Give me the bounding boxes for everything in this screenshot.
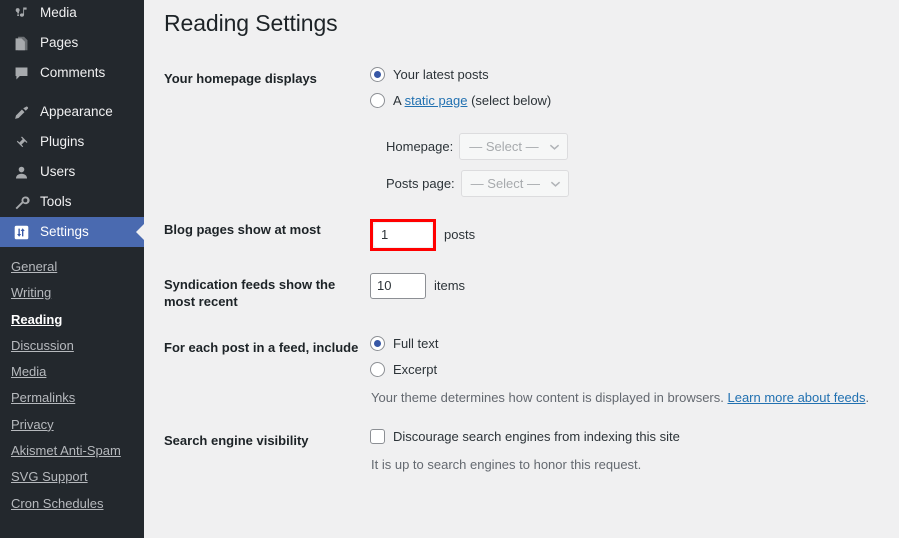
homepage-select-row: Homepage: — Select — [370, 133, 889, 160]
radio-full-text[interactable] [370, 336, 385, 351]
radio-option-full-text[interactable]: Full text [370, 336, 889, 351]
sidebar-item-settings[interactable]: Settings [0, 217, 144, 247]
submenu-item-media[interactable]: Media [0, 359, 144, 385]
settings-icon [11, 222, 31, 242]
submenu-item-svg-support[interactable]: SVG Support [0, 464, 144, 490]
settings-submenu: General Writing Reading Discussion Media… [0, 247, 144, 529]
sidebar-item-label: Media [40, 0, 77, 28]
media-icon [11, 3, 31, 23]
sidebar-item-media[interactable]: Media [0, 0, 144, 28]
blog-pages-unit: posts [444, 225, 475, 245]
submenu-item-general[interactable]: General [0, 254, 144, 280]
sidebar-separator [0, 88, 144, 97]
checkbox-option-discourage[interactable]: Discourage search engines from indexing … [370, 429, 889, 444]
row-blog-pages: Blog pages show at most posts [164, 208, 899, 262]
sidebar-item-label: Tools [40, 187, 72, 217]
posts-page-select-label: Posts page: [386, 174, 455, 194]
pages-icon [11, 33, 31, 53]
sidebar-item-appearance[interactable]: Appearance [0, 97, 144, 127]
radio-static-page-label: A static page (select below) [393, 94, 551, 107]
label-search-visibility: Search engine visibility [164, 418, 370, 486]
homepage-select-value: — Select — [469, 137, 538, 157]
static-page-text-pre: A [393, 93, 405, 108]
homepage-select[interactable]: — Select — [459, 133, 567, 160]
row-homepage-displays: Your homepage displays Your latest posts… [164, 56, 899, 208]
sidebar-item-users[interactable]: Users [0, 157, 144, 187]
reading-settings-form: Your homepage displays Your latest posts… [164, 56, 899, 486]
homepage-select-label: Homepage: [386, 137, 453, 157]
radio-latest-posts-label: Your latest posts [393, 68, 489, 81]
submenu-item-permalinks[interactable]: Permalinks [0, 385, 144, 411]
radio-excerpt-label: Excerpt [393, 363, 437, 376]
submenu-item-privacy[interactable]: Privacy [0, 412, 144, 438]
comments-icon [11, 63, 31, 83]
sidebar-item-label: Users [40, 157, 75, 187]
radio-full-text-label: Full text [393, 337, 439, 350]
posts-page-select-value: — Select — [471, 174, 540, 194]
wordpress-admin-screen: Posts Media Pages Comments Appeara [0, 0, 899, 538]
label-homepage-displays: Your homepage displays [164, 56, 370, 208]
learn-more-about-feeds-link[interactable]: Learn more about feeds [727, 390, 865, 405]
appearance-icon [11, 102, 31, 122]
blog-pages-input[interactable] [374, 223, 432, 247]
sidebar-item-tools[interactable]: Tools [0, 187, 144, 217]
label-syndication-feeds: Syndication feeds show the most recent [164, 262, 370, 325]
feed-description-period: . [866, 390, 870, 405]
row-syndication-feeds: Syndication feeds show the most recent i… [164, 262, 899, 325]
posts-page-select[interactable]: — Select — [461, 170, 569, 197]
plugins-icon [11, 132, 31, 152]
discourage-search-engines-label: Discourage search engines from indexing … [393, 430, 680, 443]
blog-pages-field-group: posts [370, 219, 889, 251]
users-icon [11, 162, 31, 182]
row-search-visibility: Search engine visibility Discourage sear… [164, 418, 899, 486]
admin-sidebar: Posts Media Pages Comments Appeara [0, 0, 144, 538]
chevron-down-icon [549, 140, 560, 153]
syndication-feeds-input[interactable] [370, 273, 426, 299]
submenu-item-reading[interactable]: Reading [0, 307, 144, 333]
radio-option-excerpt[interactable]: Excerpt [370, 362, 889, 377]
radio-static-page[interactable] [370, 93, 385, 108]
sidebar-item-label: Comments [40, 58, 105, 88]
submenu-item-akismet-anti-spam[interactable]: Akismet Anti-Spam [0, 438, 144, 464]
radio-option-static-page[interactable]: A static page (select below) [370, 93, 889, 108]
submenu-item-discussion[interactable]: Discussion [0, 333, 144, 359]
label-feed-include: For each post in a feed, include [164, 325, 370, 419]
submenu-item-writing[interactable]: Writing [0, 280, 144, 306]
sidebar-item-label: Appearance [40, 97, 113, 127]
syndication-feeds-unit: items [434, 276, 465, 296]
row-feed-include: For each post in a feed, include Full te… [164, 325, 899, 419]
radio-option-latest-posts[interactable]: Your latest posts [370, 67, 889, 82]
chevron-down-icon [550, 177, 561, 190]
syndication-field-group: items [370, 273, 889, 299]
radio-latest-posts[interactable] [370, 67, 385, 82]
feed-include-description: Your theme determines how content is dis… [370, 388, 889, 408]
sidebar-item-label: Pages [40, 28, 78, 58]
sidebar-item-label: Plugins [40, 127, 84, 157]
feed-description-text: Your theme determines how content is dis… [371, 390, 727, 405]
search-visibility-description: It is up to search engines to honor this… [370, 455, 889, 475]
static-page-text-post: (select below) [467, 93, 551, 108]
sidebar-item-label: Settings [40, 217, 89, 247]
submenu-item-cron-schedules[interactable]: Cron Schedules [0, 491, 144, 517]
static-page-link[interactable]: static page [405, 93, 468, 108]
sidebar-item-plugins[interactable]: Plugins [0, 127, 144, 157]
blog-pages-highlight-box [370, 219, 436, 251]
radio-excerpt[interactable] [370, 362, 385, 377]
sidebar-item-comments[interactable]: Comments [0, 58, 144, 88]
label-blog-pages: Blog pages show at most [164, 208, 370, 262]
tools-icon [11, 192, 31, 212]
discourage-search-engines-checkbox[interactable] [370, 429, 385, 444]
posts-page-select-row: Posts page: — Select — [370, 170, 889, 197]
page-title: Reading Settings [144, 0, 899, 39]
settings-content: Reading Settings Your homepage displays … [144, 0, 899, 538]
sidebar-item-pages[interactable]: Pages [0, 28, 144, 58]
